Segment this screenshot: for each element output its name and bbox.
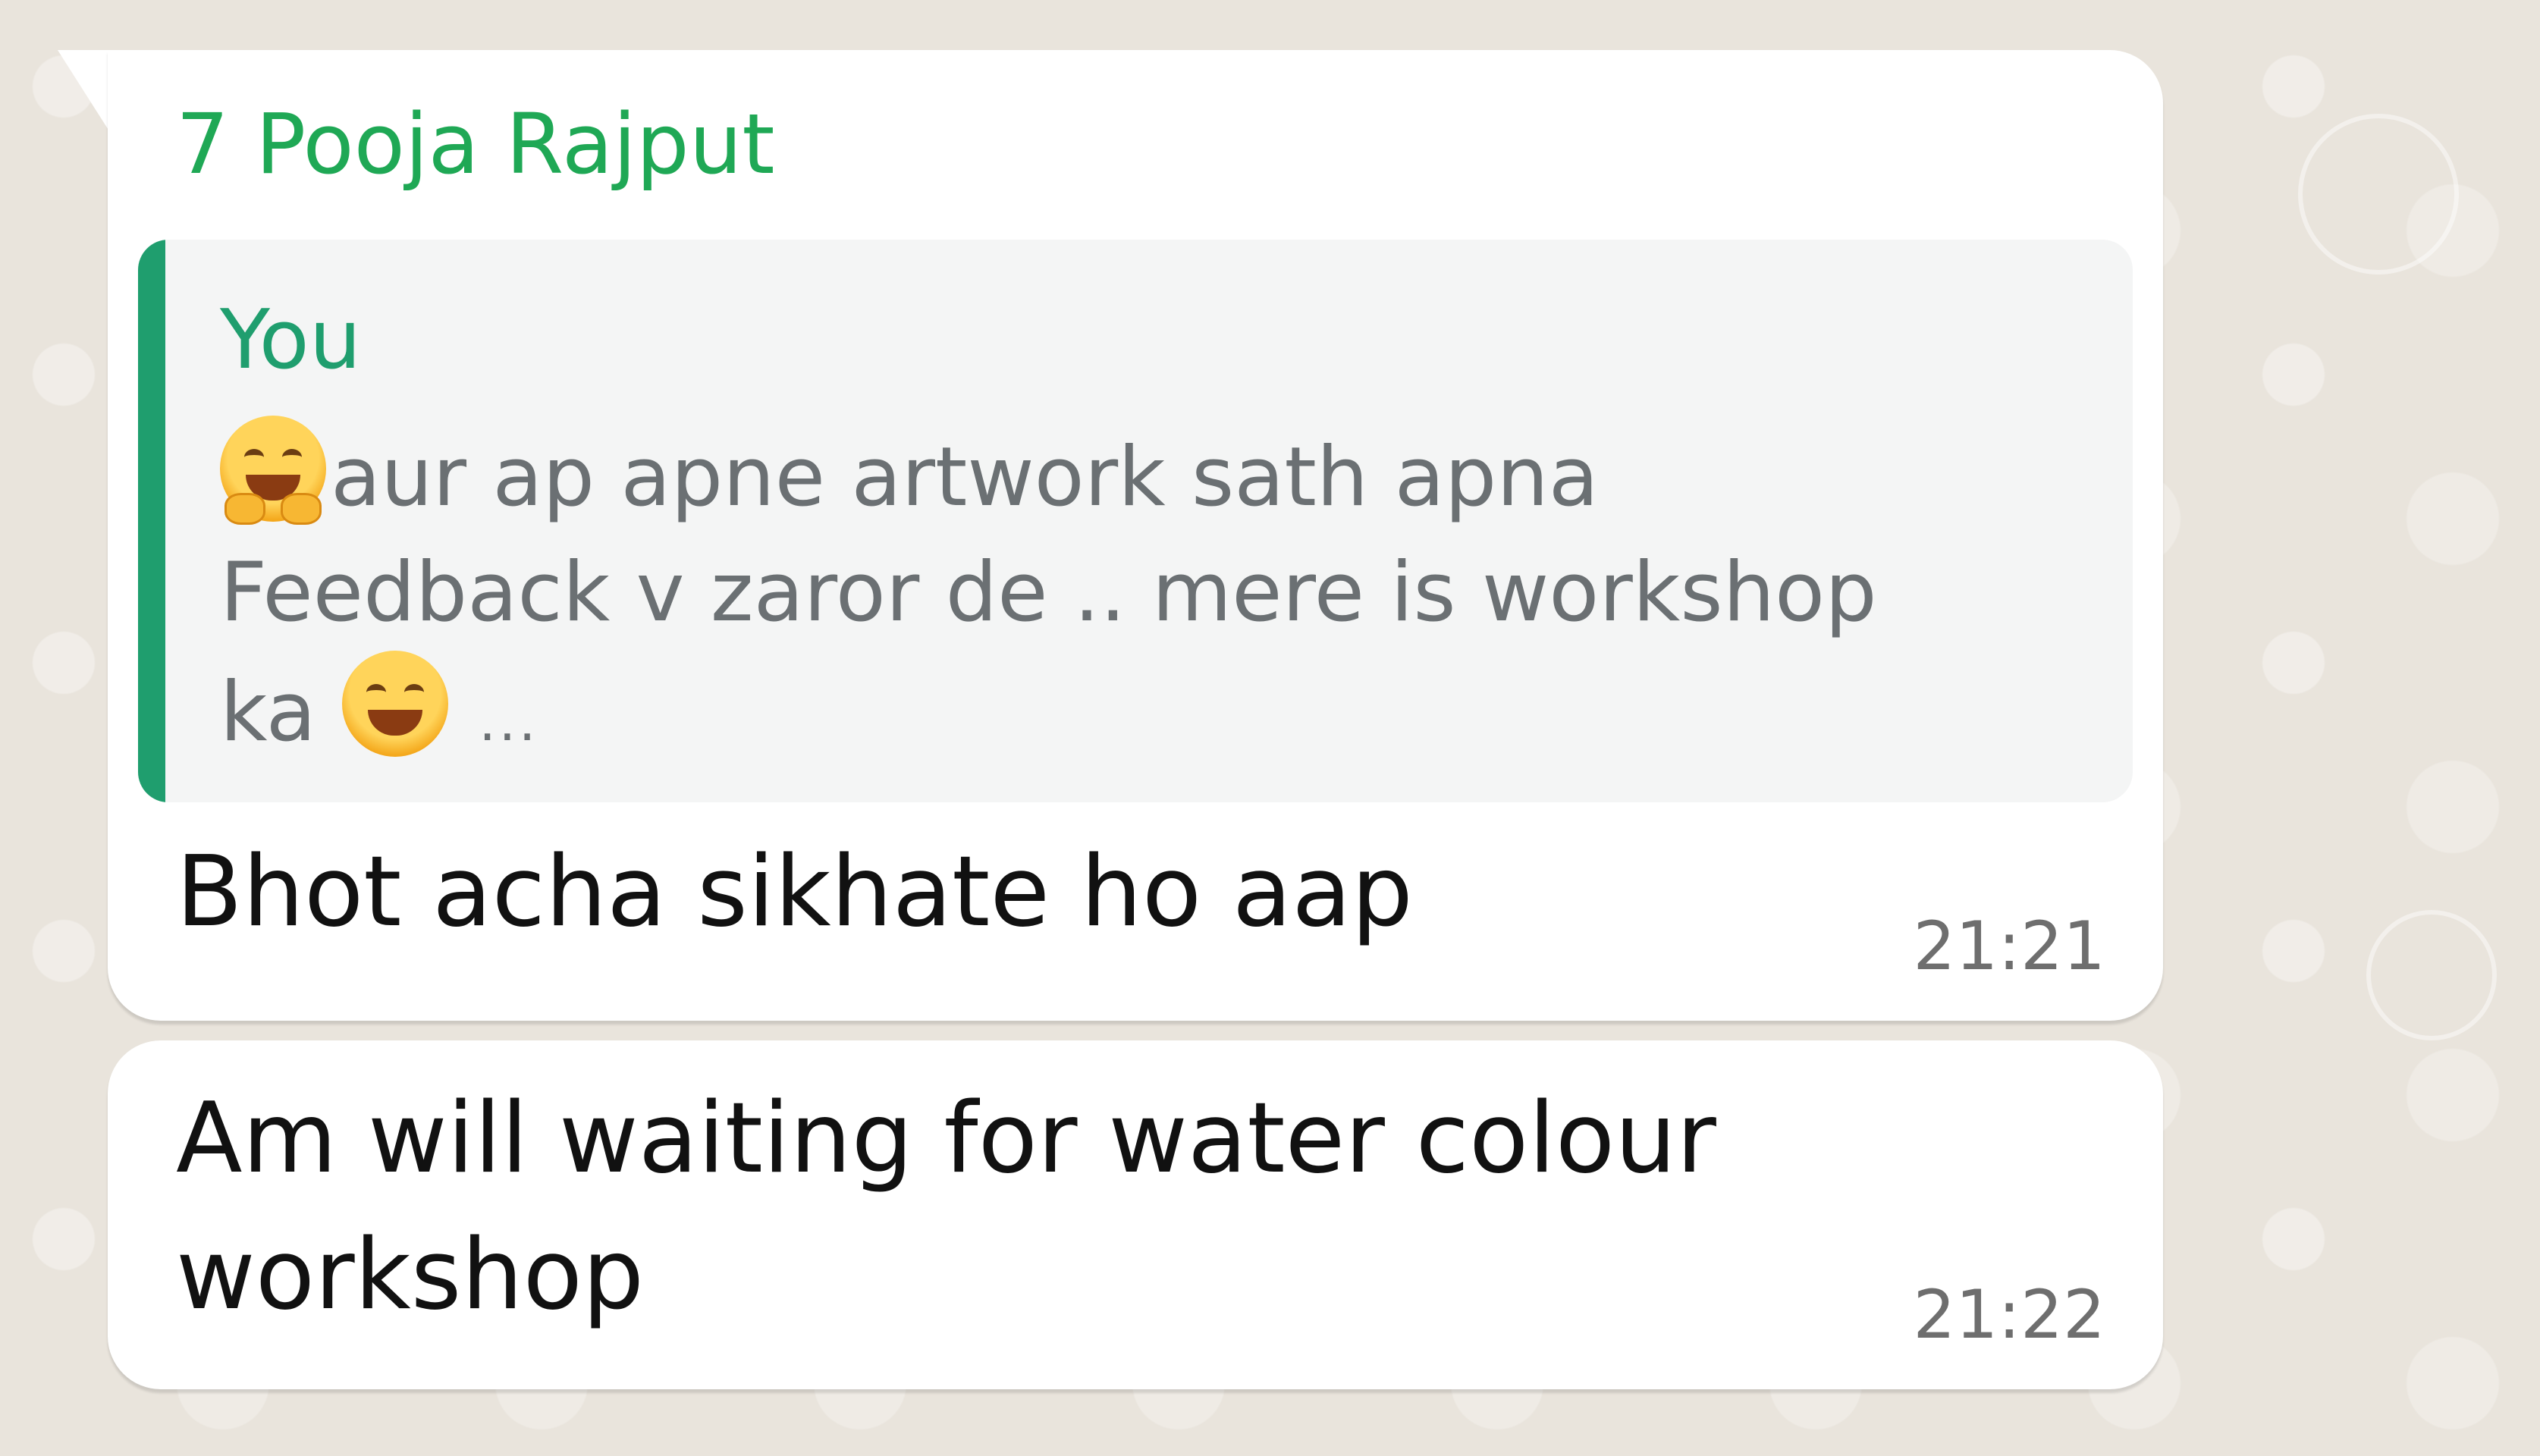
hugging-face-emoji-icon (220, 416, 326, 525)
message-bubble[interactable]: Am will waiting for water colour worksho… (108, 1040, 2163, 1389)
message-timestamp: 21:22 (1913, 1276, 2105, 1354)
message-text: Bhot acha sikhate ho aap (176, 836, 1413, 949)
quoted-ellipsis: ... (479, 691, 539, 753)
wallpaper-doodle-icon (2366, 910, 2497, 1040)
bubble-tail (58, 50, 111, 133)
sender-name[interactable]: 7 Pooja Rajput (176, 96, 775, 193)
quoted-author: You (220, 293, 362, 388)
quoted-line-1: aur ap apne artwork sath apna (331, 430, 1599, 525)
quoted-line-3: ka (220, 665, 316, 760)
message-text: Am will waiting for water colour worksho… (176, 1082, 1716, 1332)
quoted-line-2: Feedback v zaror de .. mere is workshop (220, 545, 1877, 640)
quoted-message[interactable]: You aur ap apne artwork sath apna Feedba… (138, 240, 2133, 802)
quoted-text: aur ap apne artwork sath apna Feedback v… (220, 416, 2086, 780)
wallpaper-doodle-icon (2298, 114, 2459, 275)
message-timestamp: 21:21 (1913, 907, 2105, 985)
message-bubble[interactable]: 7 Pooja Rajput You aur ap apne artwork s… (108, 50, 2163, 1021)
quote-accent-bar (138, 240, 165, 802)
grinning-squinting-face-emoji-icon (342, 651, 449, 757)
